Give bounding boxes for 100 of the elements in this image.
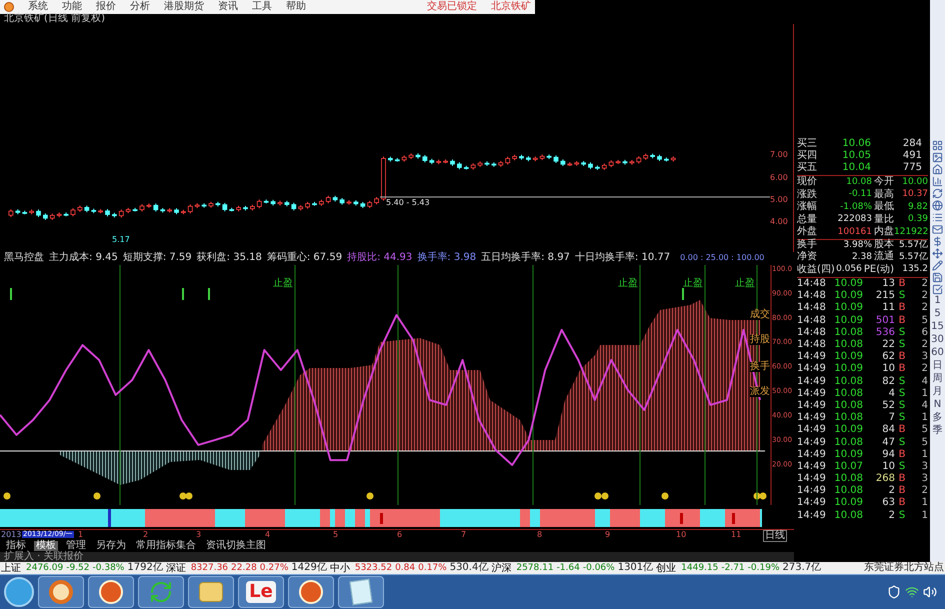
tick-side: B bbox=[898, 279, 906, 290]
date-tick: 7 bbox=[461, 530, 466, 539]
tick-price: 10.08 bbox=[833, 388, 863, 399]
period-button[interactable]: N bbox=[934, 400, 942, 412]
index-name: 创业 bbox=[656, 562, 678, 574]
tick-side: S bbox=[898, 291, 906, 302]
tick-side: S bbox=[898, 340, 906, 350]
taskbar-button[interactable] bbox=[38, 576, 84, 608]
toolbar-icon[interactable] bbox=[932, 272, 943, 283]
start-button[interactable] bbox=[4, 577, 34, 607]
quote-value: 3.98% bbox=[842, 240, 873, 250]
refresh-icon bbox=[149, 580, 173, 604]
quote-value: 121922 bbox=[894, 228, 928, 237]
toolbar-icon[interactable] bbox=[932, 212, 943, 223]
date-tick: 4 bbox=[265, 530, 270, 539]
toolbar-icon[interactable] bbox=[932, 200, 943, 211]
volume-icon[interactable] bbox=[923, 585, 937, 599]
quote-label: 涨跌 bbox=[797, 190, 818, 200]
tick-count: 3 bbox=[920, 462, 928, 472]
taskbar-button[interactable] bbox=[88, 576, 134, 608]
quote-value: 9.82 bbox=[906, 202, 928, 212]
period-button[interactable]: 周 bbox=[932, 374, 942, 386]
menu-item[interactable]: 港股期货 bbox=[164, 2, 204, 12]
bottom-tab[interactable]: 指标 bbox=[4, 540, 28, 551]
bottom-tab[interactable]: 资讯切换主图 bbox=[204, 540, 268, 551]
tick-volume: 10 bbox=[881, 462, 895, 472]
order-volume: 775 bbox=[902, 163, 923, 173]
tick-count: 4 bbox=[920, 376, 928, 387]
taskbar-button[interactable] bbox=[338, 576, 384, 608]
menu-item[interactable]: 报价 bbox=[96, 2, 116, 12]
tick-time: 14:49 bbox=[797, 438, 827, 448]
bottom-tab[interactable]: 管理 bbox=[64, 540, 88, 551]
index-value: 2578.11 bbox=[516, 564, 554, 572]
tick-volume: 268 bbox=[874, 474, 895, 484]
index-name: 中小 bbox=[330, 562, 351, 574]
toolbar-icon[interactable] bbox=[932, 176, 943, 187]
menu-item[interactable]: 系统 bbox=[28, 2, 48, 12]
signal-label: 止盈 bbox=[735, 278, 755, 289]
bottom-tab[interactable]: 模板 bbox=[34, 540, 58, 551]
quote-label: 外盘 bbox=[797, 227, 818, 238]
menu-item[interactable]: 工具 bbox=[252, 2, 272, 12]
date-tick: 6 bbox=[397, 530, 402, 539]
menu-item[interactable]: 资讯 bbox=[218, 2, 238, 12]
index-percent: -0.06% bbox=[582, 564, 615, 572]
signal-label: 止盈 bbox=[273, 278, 293, 289]
date-tick: 10 bbox=[676, 530, 686, 539]
order-price: 10.06 bbox=[841, 139, 871, 149]
period-button[interactable]: 月 bbox=[932, 387, 942, 399]
taskbar-button[interactable]: Le bbox=[238, 576, 284, 608]
period-button[interactable]: 日 bbox=[932, 361, 942, 373]
taskbar-button[interactable] bbox=[288, 576, 334, 608]
toolbar-icon[interactable] bbox=[932, 260, 943, 271]
tick-count: 5 bbox=[920, 425, 928, 436]
tick-side: B bbox=[898, 316, 906, 326]
shield-icon[interactable] bbox=[887, 585, 901, 599]
period-button[interactable]: 60 bbox=[931, 348, 944, 360]
index-amount: 530.4亿 bbox=[450, 563, 488, 573]
tick-time: 14:48 bbox=[797, 328, 827, 338]
toolbar-icon[interactable] bbox=[932, 236, 943, 247]
toolbar-icon[interactable] bbox=[932, 188, 943, 199]
tick-price: 10.09 bbox=[833, 279, 863, 290]
toolbar-icon[interactable] bbox=[932, 224, 943, 235]
toolbar-icon[interactable] bbox=[932, 164, 943, 175]
menu-item[interactable]: 功能 bbox=[62, 2, 82, 12]
taskbar-button[interactable] bbox=[188, 576, 234, 608]
status-link[interactable]: 交易已锁定 bbox=[427, 2, 477, 12]
tick-price: 10.09 bbox=[833, 498, 863, 508]
tick-side: S bbox=[898, 413, 906, 424]
tick-time: 14:49 bbox=[797, 400, 827, 411]
network-icon[interactable] bbox=[905, 585, 919, 599]
tick-volume: 82 bbox=[881, 376, 895, 387]
bottom-tab[interactable]: 另存为 bbox=[94, 540, 128, 551]
period-button[interactable]: 季 bbox=[932, 426, 942, 438]
status-link[interactable]: 北京铁矿 bbox=[491, 2, 531, 12]
toolbar-icon[interactable] bbox=[932, 152, 943, 163]
tick-count: 1 bbox=[920, 450, 928, 460]
quote-label: 涨幅 bbox=[797, 202, 818, 212]
menu-item[interactable]: 分析 bbox=[130, 2, 150, 12]
order-price: 10.04 bbox=[841, 163, 871, 173]
period-button[interactable]: 5 bbox=[934, 309, 941, 321]
toolbar-icon[interactable] bbox=[932, 140, 943, 151]
tick-volume: 10 bbox=[881, 364, 895, 374]
bottom-tab[interactable]: 常用指标集合 bbox=[134, 540, 198, 551]
tick-volume: 7 bbox=[888, 413, 895, 424]
period-button[interactable]: 1 bbox=[934, 296, 941, 308]
toolbar-icon[interactable] bbox=[932, 248, 943, 259]
period-button[interactable]: 30 bbox=[931, 335, 944, 347]
toolbar-icon[interactable] bbox=[932, 284, 943, 295]
quote-label: PE(动) bbox=[864, 264, 894, 275]
period-button[interactable]: 多 bbox=[932, 413, 942, 425]
tick-time: 14:49 bbox=[797, 450, 827, 460]
period-button[interactable]: 15 bbox=[931, 322, 944, 334]
date-tick: 3 bbox=[196, 530, 202, 539]
index-amount: 1429亿 bbox=[291, 563, 327, 573]
tick-time: 14:49 bbox=[797, 388, 827, 399]
tick-side: B bbox=[898, 498, 906, 508]
menu-item[interactable]: 帮助 bbox=[286, 2, 306, 12]
tick-count: 5 bbox=[920, 438, 928, 448]
tick-side: B bbox=[898, 303, 906, 314]
tick-count: 1 bbox=[920, 498, 928, 508]
